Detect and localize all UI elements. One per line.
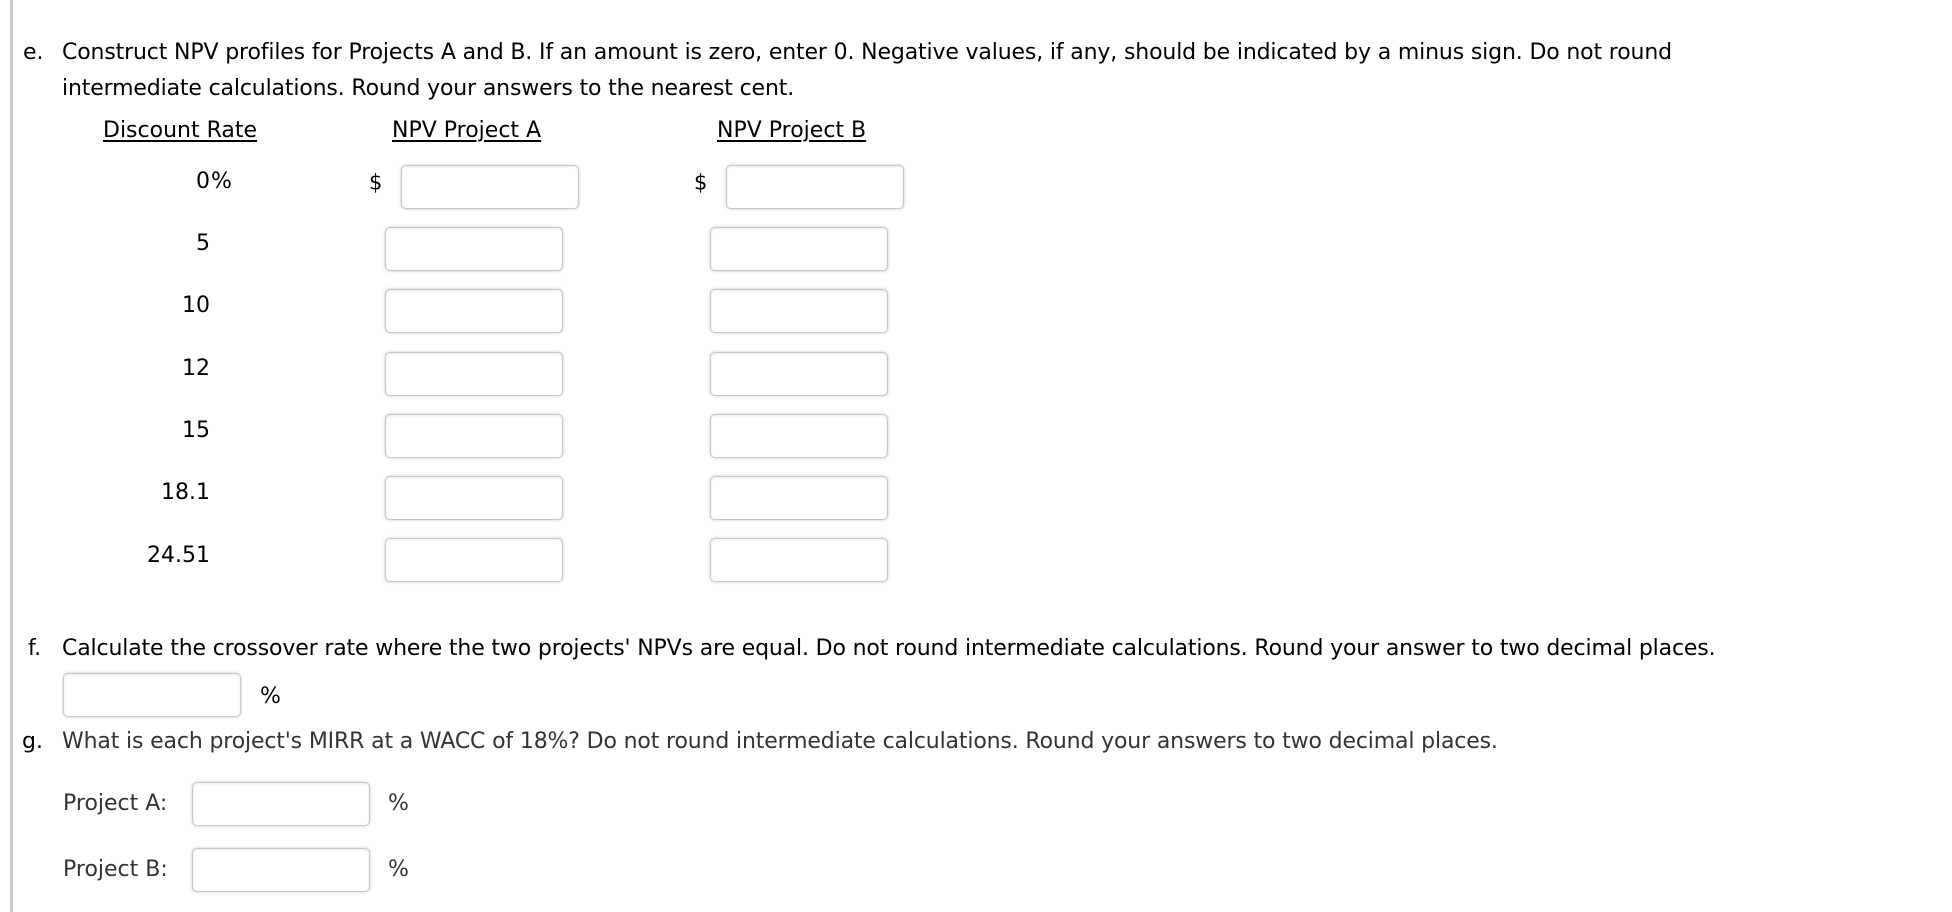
question-f-marker: f. bbox=[28, 636, 42, 661]
crossover-percent-unit: % bbox=[260, 684, 281, 709]
discount-rate-value: 0 bbox=[196, 169, 210, 194]
mirr-project-a-input[interactable] bbox=[192, 782, 370, 826]
question-e-text-line1: Construct NPV profiles for Projects A an… bbox=[62, 40, 1672, 65]
npv-b-input-rate-10[interactable] bbox=[710, 289, 888, 333]
question-f-text: Calculate the crossover rate where the t… bbox=[62, 636, 1716, 661]
percent-sign: % bbox=[211, 169, 232, 194]
mirr-label-project-b: Project B: bbox=[63, 857, 168, 882]
question-e-text-line2: intermediate calculations. Round your an… bbox=[62, 76, 795, 101]
question-g-marker: g. bbox=[22, 729, 43, 754]
npv-a-input-rate-10[interactable] bbox=[385, 289, 563, 333]
discount-rate-value: 15 bbox=[182, 418, 210, 443]
question-g-text: What is each project's MIRR at a WACC of… bbox=[62, 729, 1498, 754]
mirr-label-project-a: Project A: bbox=[63, 791, 168, 816]
column-header-discount-rate: Discount Rate bbox=[103, 118, 258, 143]
crossover-rate-input[interactable] bbox=[63, 673, 241, 717]
discount-rate-value: 12 bbox=[182, 356, 210, 381]
npv-a-input-rate-18-1[interactable] bbox=[385, 476, 563, 520]
npv-a-input-rate-12[interactable] bbox=[385, 352, 563, 396]
column-header-npv-project-a: NPV Project A bbox=[392, 118, 542, 143]
npv-b-input-rate-24-51[interactable] bbox=[710, 538, 888, 582]
npv-a-input-rate-0[interactable] bbox=[401, 165, 579, 209]
npv-a-input-rate-15[interactable] bbox=[385, 414, 563, 458]
discount-rate-value: 24.51 bbox=[147, 543, 210, 568]
dollar-sign-b: $ bbox=[694, 170, 708, 195]
mirr-project-b-percent-unit: % bbox=[388, 857, 409, 882]
discount-rate-value: 5 bbox=[196, 231, 210, 256]
npv-a-input-rate-5[interactable] bbox=[385, 227, 563, 271]
npv-b-input-rate-12[interactable] bbox=[710, 352, 888, 396]
npv-b-input-rate-0[interactable] bbox=[726, 165, 904, 209]
dollar-sign-a: $ bbox=[369, 170, 383, 195]
content-left-border bbox=[10, 0, 13, 912]
npv-a-input-rate-24-51[interactable] bbox=[385, 538, 563, 582]
npv-b-input-rate-5[interactable] bbox=[710, 227, 888, 271]
mirr-project-a-percent-unit: % bbox=[388, 791, 409, 816]
discount-rate-value: 18.1 bbox=[161, 480, 210, 505]
npv-b-input-rate-18-1[interactable] bbox=[710, 476, 888, 520]
question-e-marker: e. bbox=[23, 40, 44, 65]
discount-rate-value: 10 bbox=[182, 293, 210, 318]
column-header-npv-project-b: NPV Project B bbox=[717, 118, 867, 143]
npv-b-input-rate-15[interactable] bbox=[710, 414, 888, 458]
mirr-project-b-input[interactable] bbox=[192, 848, 370, 892]
